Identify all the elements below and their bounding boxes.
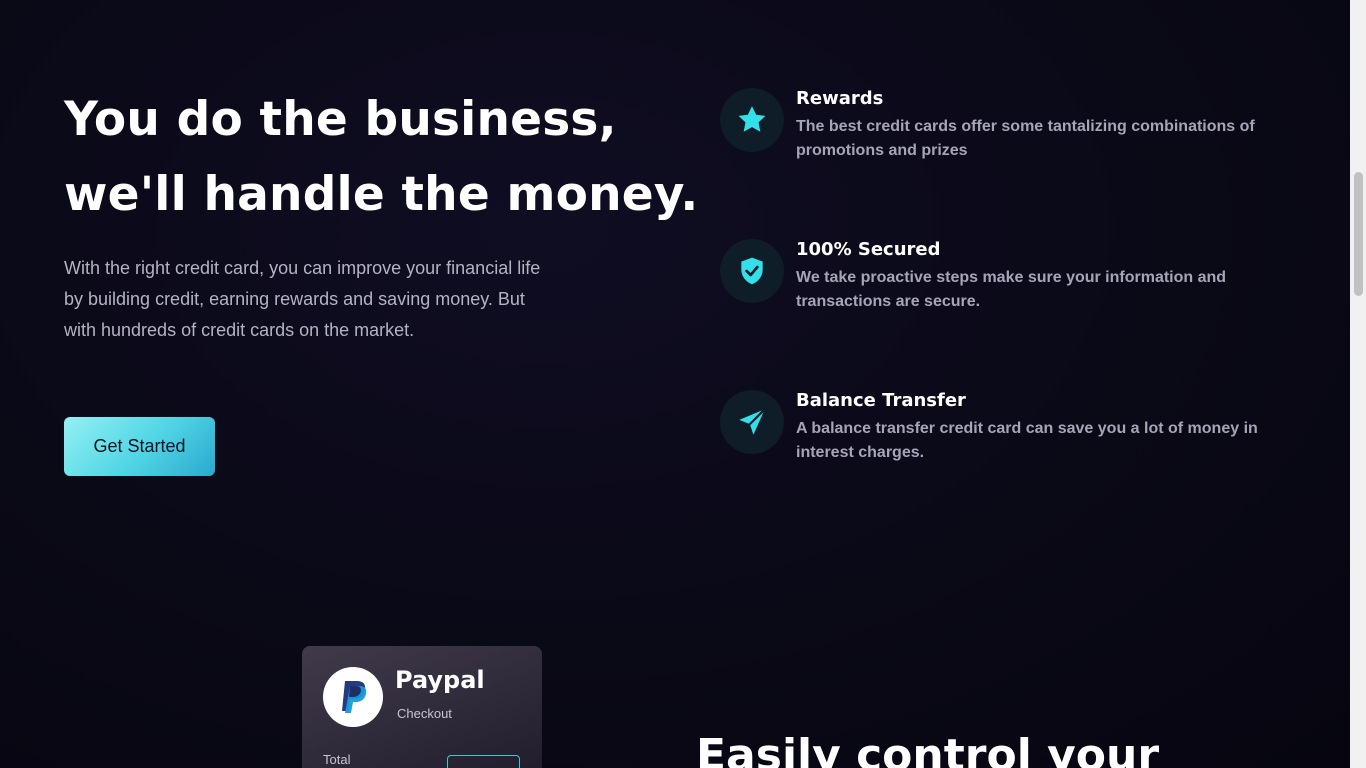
hero-title-line-1: You do the business,	[64, 92, 617, 147]
star-icon	[720, 88, 784, 152]
page: You do the business, we'll handle the mo…	[0, 0, 1350, 768]
paypal-logo	[323, 667, 383, 727]
feature-title: 100% Secured	[796, 239, 941, 260]
hero-title-line-2: we'll handle the money.	[64, 167, 699, 222]
shield-icon	[720, 239, 784, 303]
feature-title: Balance Transfer	[796, 390, 966, 411]
page-scrollbar[interactable]	[1350, 0, 1366, 768]
feature-text: We take proactive steps make sure your i…	[796, 269, 1227, 310]
hero-title: You do the business, we'll handle the mo…	[64, 82, 699, 232]
send-icon	[720, 390, 784, 454]
hero-description: With the right credit card, you can impr…	[64, 258, 541, 340]
payment-brand: Paypal	[395, 666, 485, 694]
scrollbar-thumb[interactable]	[1354, 172, 1363, 296]
payment-subtitle: Checkout	[397, 706, 452, 721]
section-title: Easily control your	[696, 730, 1160, 768]
get-started-button[interactable]: Get Started	[64, 417, 215, 476]
feature-title: Rewards	[796, 88, 884, 109]
feature-text: The best credit cards offer some tantali…	[796, 118, 1255, 159]
payment-total-label: Total	[323, 752, 351, 767]
payment-action-button[interactable]	[447, 755, 520, 768]
paypal-checkout-card: Paypal Checkout Total	[302, 646, 542, 768]
feature-text: A balance transfer credit card can save …	[796, 420, 1258, 461]
